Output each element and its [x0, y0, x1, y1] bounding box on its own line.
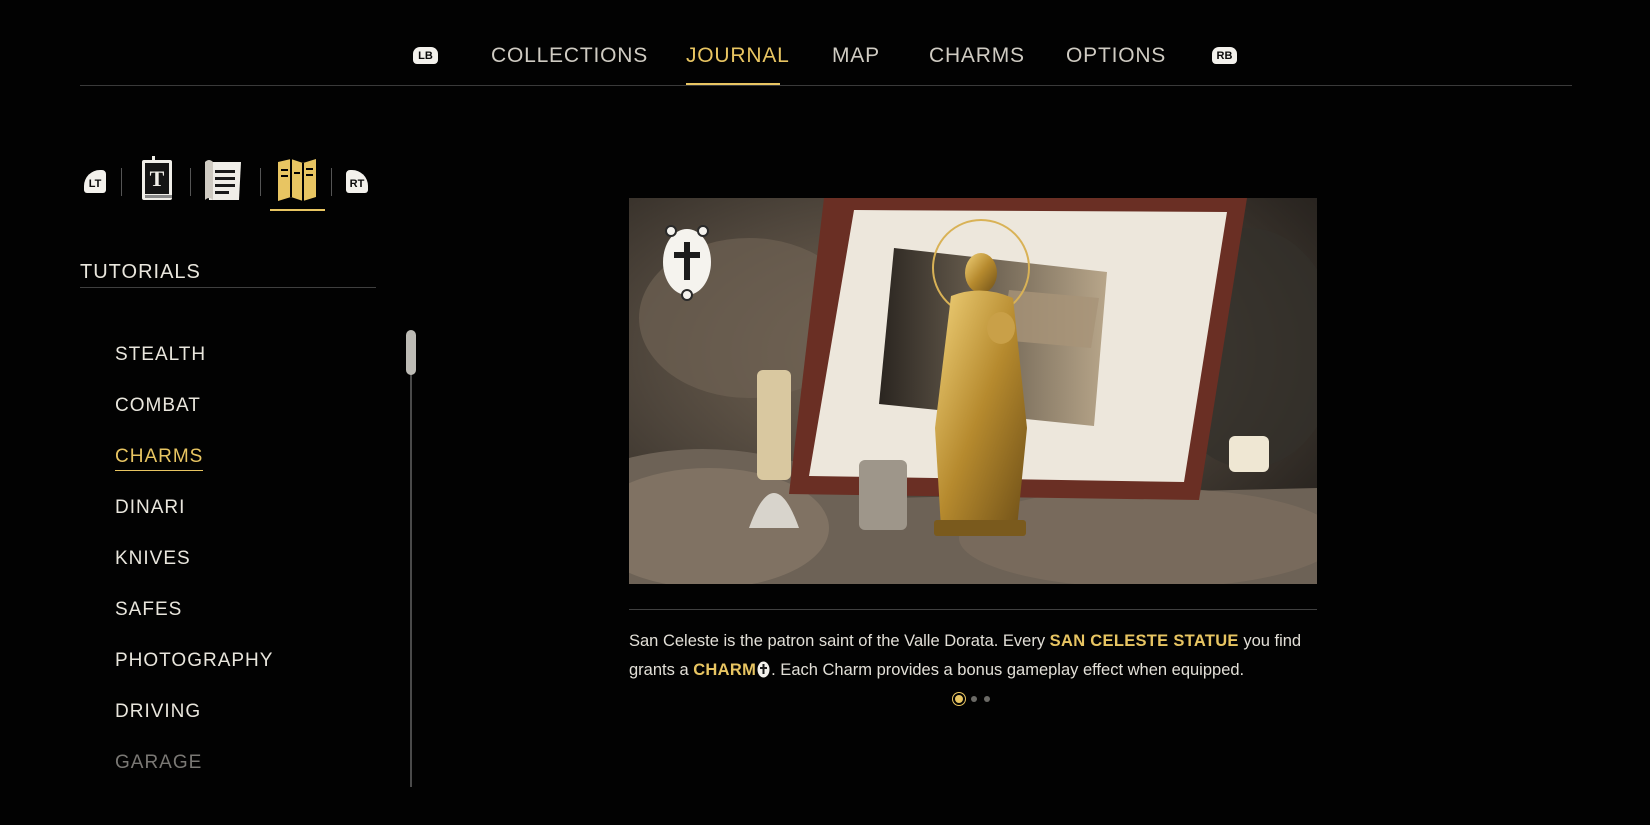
description-text: . Each Charm provides a bonus gameplay e…	[771, 661, 1245, 679]
tab-map[interactable]: MAP	[832, 44, 880, 68]
highlight-charm: CHARM	[693, 661, 757, 679]
tab-journal[interactable]: JOURNAL	[686, 44, 790, 68]
document-icon[interactable]	[203, 154, 245, 206]
tab-charms[interactable]: CHARMS	[929, 44, 1025, 68]
list-item-knives[interactable]: KNIVES	[115, 548, 191, 570]
list-item-driving[interactable]: DRIVING	[115, 701, 201, 723]
page-dot-3[interactable]	[984, 696, 990, 702]
list-item-charms[interactable]: CHARMS	[115, 446, 204, 471]
subtab-divider	[260, 168, 261, 196]
section-title: TUTORIALS	[80, 261, 201, 283]
lt-trigger-icon[interactable]: LT	[84, 170, 106, 193]
list-item-combat[interactable]: COMBAT	[115, 395, 201, 417]
top-nav-divider	[80, 85, 1572, 86]
scrollbar-track[interactable]	[410, 332, 412, 787]
cross-charm-icon	[662, 226, 712, 298]
content-divider	[629, 609, 1317, 610]
subtab-divider	[331, 168, 332, 196]
list-item-stealth[interactable]: STEALTH	[115, 344, 206, 366]
charm-icon	[757, 659, 770, 678]
list-item-garage[interactable]: GARAGE	[115, 752, 202, 774]
subtab-divider	[190, 168, 191, 196]
lb-bumper-icon[interactable]: LB	[413, 47, 438, 64]
subtab-divider	[121, 168, 122, 196]
section-divider	[80, 287, 376, 288]
tab-collections[interactable]: COLLECTIONS	[491, 44, 648, 68]
svg-text:T: T	[150, 166, 165, 191]
journal-subtabs: LT T RT	[80, 152, 380, 212]
rt-trigger-icon[interactable]: RT	[346, 170, 368, 193]
description-text: San Celeste is the patron saint of the V…	[629, 632, 1050, 650]
list-item-safes[interactable]: SAFES	[115, 599, 182, 621]
top-navigation: LB COLLECTIONS JOURNAL MAP CHARMS OPTION…	[0, 0, 1650, 86]
list-item-dinari[interactable]: DINARI	[115, 497, 185, 519]
rb-bumper-icon[interactable]: RB	[1212, 47, 1237, 64]
book-icon[interactable]: T	[136, 154, 178, 206]
tab-options[interactable]: OPTIONS	[1066, 44, 1166, 68]
tutorial-image	[629, 198, 1317, 584]
list-item-photography[interactable]: PHOTOGRAPHY	[115, 650, 273, 672]
page-dot-2[interactable]	[971, 696, 977, 702]
scrollbar-thumb[interactable]	[406, 330, 416, 375]
active-subtab-underline	[270, 209, 325, 211]
highlight-san-celeste-statue: SAN CELESTE STATUE	[1049, 632, 1239, 650]
tutorial-guide-icon[interactable]	[275, 154, 317, 206]
page-dot-1[interactable]	[953, 693, 965, 705]
tutorial-description: San Celeste is the patron saint of the V…	[629, 627, 1319, 685]
